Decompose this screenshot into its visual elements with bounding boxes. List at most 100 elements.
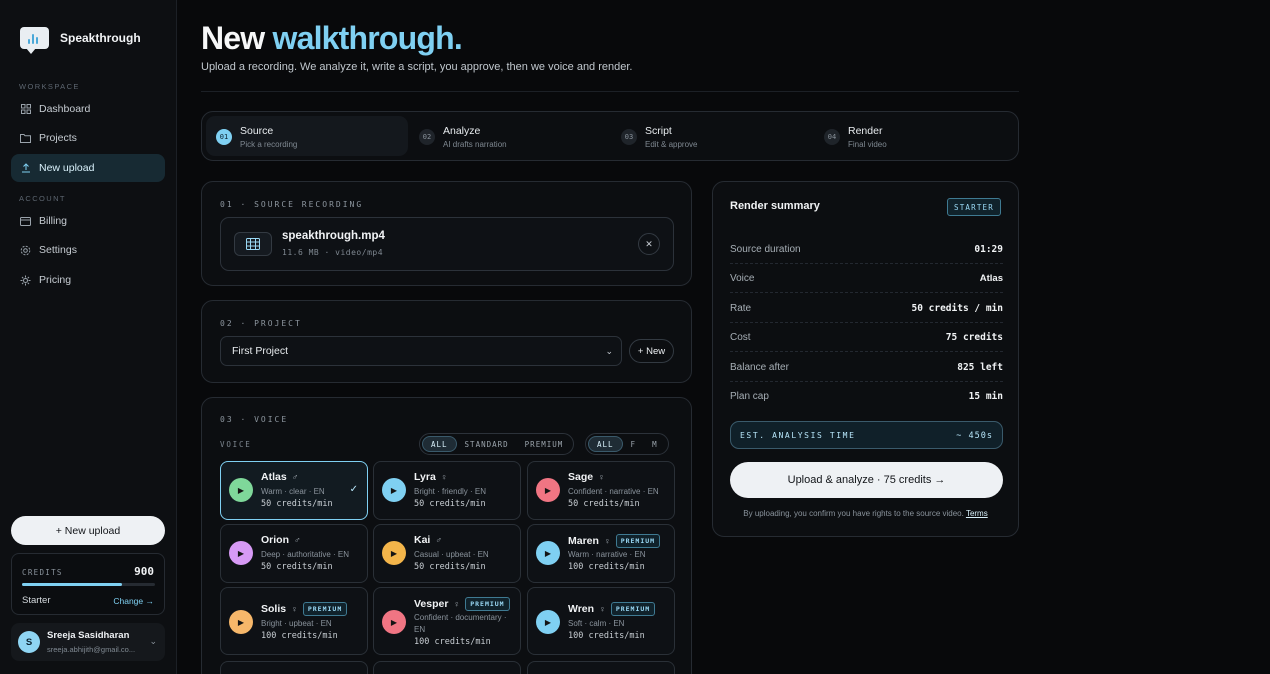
play-icon[interactable]: ▶ [536,541,560,565]
voice-name: Orion [261,534,289,546]
sidebar-item-pricing[interactable]: Pricing [11,266,165,294]
step-script[interactable]: 03 Script Edit & approve [611,116,813,156]
step-render[interactable]: 04 Render Final video [814,116,1016,156]
play-icon[interactable]: ▶ [382,541,406,565]
terms-link[interactable]: Terms [966,509,988,518]
voice-desc: Warm · narrative · EN [568,550,646,559]
summary-key: Rate [730,303,752,314]
play-icon[interactable]: ▶ [229,610,253,634]
voice-rate: 100 credits/min [568,631,645,641]
voice-card[interactable] [373,661,521,674]
credits-label: CREDITS [22,568,63,577]
male-icon: ♂ [291,472,299,482]
section-label: 01 · SOURCE RECORDING [220,200,364,209]
gender-filter-m[interactable]: M [644,436,666,452]
source-recording-panel: 01 · SOURCE RECORDING speakthrough.mp4 1… [201,181,692,286]
play-icon[interactable]: ▶ [536,610,560,634]
disclaimer-text: By uploading, you confirm you have right… [743,509,964,518]
gender-filter: ALL F M [585,433,669,455]
step-title: Render [848,125,883,137]
voice-card-orion[interactable]: ▶ Orion ♂ Deep · authoritative · EN 50 cr… [220,524,368,583]
voice-rate: 50 credits/min [414,562,486,572]
brand-name: Speakthrough [60,31,141,45]
page-title: New walkthrough. [201,20,463,57]
credits-value: 900 [134,565,154,578]
step-source[interactable]: 01 Source Pick a recording [206,116,408,156]
voice-desc: Bright · friendly · EN [414,487,487,496]
summary-value: 75 credits [945,332,1003,343]
voice-card-lyra[interactable]: ▶ Lyra ♀ Bright · friendly · EN 50 credit… [373,461,521,520]
sidebar-new-upload-button[interactable]: + New upload [11,516,165,545]
tier-filter-all[interactable]: ALL [422,436,457,452]
sidebar-item-label: Projects [39,132,77,144]
remove-file-button[interactable]: ✕ [638,233,660,255]
premium-badge: PREMIUM [610,602,656,616]
rights-disclaimer: By uploading, you confirm you have right… [713,509,1018,518]
selected-file: speakthrough.mp4 11.6 MB · video/mp4 ✕ [220,217,674,271]
file-meta: 11.6 MB · video/mp4 [282,248,384,257]
sidebar-item-settings[interactable]: Settings [11,236,165,264]
play-icon[interactable]: ▶ [536,478,560,502]
voice-card-wren[interactable]: ▶ Wren ♀ PREMIUM Soft · calm · EN 100 cred… [527,587,675,655]
voice-name: Solis [261,603,287,615]
chevron-down-icon: ⌄ [605,346,613,356]
sidebar-item-new-upload[interactable]: New upload [11,154,165,182]
user-email: sreeja.abhijith@gmail.co... [47,645,136,654]
voice-name: Lyra [414,471,436,483]
voice-name: Maren [568,535,599,547]
voice-card-maren[interactable]: ▶ Maren ♀ PREMIUM Warm · narrative · EN 10… [527,524,675,583]
gender-filter-all[interactable]: ALL [588,436,623,452]
sidebar-item-projects[interactable]: Projects [11,124,165,152]
summary-key: Balance after [730,362,789,373]
female-icon: ♀ [603,536,611,546]
voice-card-kai[interactable]: ▶ Kai ♂ Casual · upbeat · EN 50 credits/m… [373,524,521,583]
sidebar-item-billing[interactable]: Billing [11,207,165,235]
voice-card-vesper[interactable]: ▶ Vesper ♀ PREMIUM Confident · documentary… [373,587,521,655]
play-icon[interactable]: ▶ [229,541,253,565]
file-name: speakthrough.mp4 [282,230,385,242]
voice-card-sage[interactable]: ▶ Sage ♀ Confident · narrative · EN 50 cr… [527,461,675,520]
sidebar-item-label: Dashboard [39,103,91,115]
step-number: 01 [216,129,232,145]
summary-key: Cost [730,332,751,343]
voice-rate: 50 credits/min [261,499,333,509]
gender-filter-f[interactable]: F [623,436,645,452]
voice-card[interactable] [220,661,368,674]
voice-card-atlas[interactable]: ▶ Atlas ♂ Warm · clear · EN 50 credits/mi… [220,461,368,520]
play-icon[interactable]: ▶ [229,478,253,502]
new-project-button[interactable]: + New [629,339,674,363]
voice-rate: 50 credits/min [414,499,486,509]
sidebar-item-label: New upload [39,162,95,174]
tier-filter-premium[interactable]: PREMIUM [517,436,572,452]
step-desc: Edit & approve [645,140,698,149]
upload-analyze-button[interactable]: Upload & analyze · 75 credits → [730,462,1003,498]
sidebar-item-dashboard[interactable]: Dashboard [11,95,165,123]
step-title: Analyze [443,125,481,137]
premium-badge: PREMIUM [465,597,510,611]
voice-card-solis[interactable]: ▶ Solis ♀ PREMIUM Bright · upbeat · EN 100… [220,587,368,655]
voice-card[interactable] [527,661,675,674]
user-menu[interactable]: S Sreeja Sasidharan sreeja.abhijith@gmai… [11,623,165,661]
step-desc: AI drafts narration [443,140,507,149]
step-analyze[interactable]: 02 Analyze AI drafts narration [409,116,611,156]
project-select[interactable]: First Project ⌄ [220,336,622,366]
voice-rate: 100 credits/min [568,562,645,572]
summary-value: 825 left [957,362,1003,373]
sidebar-item-label: Settings [39,244,77,256]
est-value: ~ 450s [956,431,993,441]
voice-rate: 100 credits/min [261,631,338,641]
change-plan-link[interactable]: Change → [113,596,154,606]
play-icon[interactable]: ▶ [382,478,406,502]
female-icon: ♀ [453,599,461,609]
summary-key: Voice [730,273,755,284]
tier-filter-standard[interactable]: STANDARD [457,436,517,452]
account-section-label: ACCOUNT [19,194,66,203]
play-icon[interactable]: ▶ [382,610,406,634]
folder-icon [20,133,31,144]
brand[interactable]: Speakthrough [20,27,141,54]
voice-desc: Deep · authoritative · EN [261,550,350,559]
voice-desc: Casual · upbeat · EN [414,550,489,559]
summary-row-source-duration: Source duration 01:29 [730,235,1003,264]
render-summary-panel: Render summary STARTER Source duration 0… [712,181,1019,537]
section-label: 02 · PROJECT [220,319,302,328]
